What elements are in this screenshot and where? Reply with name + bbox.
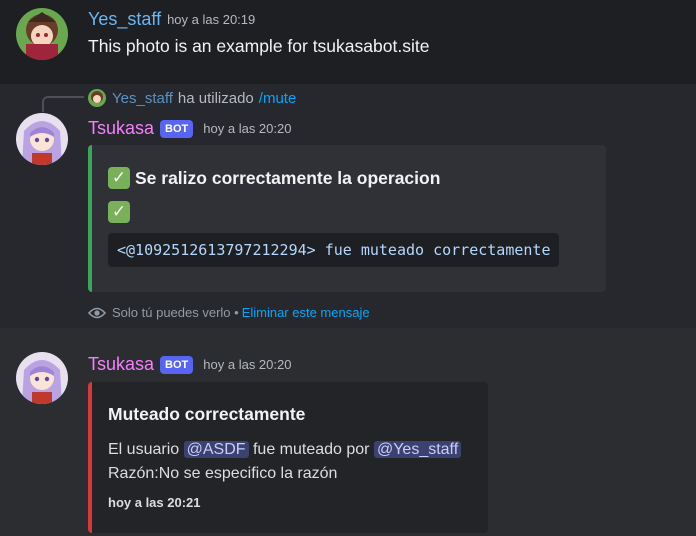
username[interactable]: Tsukasa <box>88 118 154 139</box>
eye-icon <box>88 307 106 319</box>
embed-line-2: Razón:No se especifico la razón <box>108 465 338 482</box>
username[interactable]: Yes_staff <box>88 9 161 30</box>
avatar-tsukasa[interactable] <box>16 352 68 404</box>
reply-action: ha utilizado <box>177 89 254 107</box>
embed-line-1: El usuario @ASDF fue muteado por @Yes_st… <box>108 438 462 462</box>
embed-description: El usuario @ASDF fue muteado por @Yes_st… <box>108 438 462 486</box>
inline-code-block: <@1092512613797212294> fue muteado corre… <box>108 233 560 267</box>
check-mark-button-icon: ✓ <box>108 167 130 189</box>
timestamp: hoy a las 20:20 <box>203 121 292 136</box>
ephemeral-text: Solo tú puedes verlo • <box>112 305 239 320</box>
embed-title-text: Se ralizo correctamente la operacion <box>135 167 441 188</box>
embed-footer-timestamp: hoy a las 20:21 <box>108 495 201 510</box>
embed-success: ✓ Se ralizo correctamente la operacion ✓… <box>88 145 606 292</box>
message-tsukasa: Tsukasa BOT hoy a las 20:20 Muteado corr… <box>0 328 696 536</box>
line-middle: fue muteado por <box>252 441 370 458</box>
chat-view: Yes_staff hoy a las 20:19 This photo is … <box>0 0 696 536</box>
timestamp: hoy a las 20:20 <box>203 357 292 372</box>
message-tsukasa-reply: Yes_staff ha utilizado /mute Tsukasa BOT… <box>0 84 696 328</box>
dismiss-message-link[interactable]: Eliminar este mensaje <box>242 305 370 320</box>
reply-username[interactable]: Yes_staff <box>112 90 173 107</box>
message-text: This photo is an example for tsukasabot.… <box>88 36 430 56</box>
reply-avatar <box>88 89 106 107</box>
message-header: Tsukasa BOT hoy a las 20:20 <box>88 354 291 375</box>
mention-user[interactable]: @ASDF <box>183 441 249 458</box>
message-yes-staff: Yes_staff hoy a las 20:19 This photo is … <box>0 0 696 84</box>
embed-mute-log: Muteado correctamente El usuario @ASDF f… <box>88 382 488 533</box>
bot-badge: BOT <box>160 355 194 374</box>
mention-moderator[interactable]: @Yes_staff <box>373 441 462 458</box>
embed-title: Muteado correctamente <box>108 404 306 424</box>
embed-check: ✓ <box>108 201 130 223</box>
reply-connector <box>42 96 84 112</box>
reply-command[interactable]: /mute <box>259 90 297 107</box>
avatar-yes-staff[interactable] <box>16 8 68 60</box>
bot-badge: BOT <box>160 119 194 138</box>
line-prefix: El usuario <box>108 441 180 458</box>
message-header: Tsukasa BOT hoy a las 20:20 <box>88 118 291 139</box>
ephemeral-notice: Solo tú puedes verlo • Eliminar este men… <box>88 305 370 320</box>
message-header: Yes_staff hoy a las 20:19 <box>88 9 255 30</box>
timestamp: hoy a las 20:19 <box>167 12 256 27</box>
reply-context[interactable]: Yes_staff ha utilizado /mute <box>88 89 296 107</box>
username[interactable]: Tsukasa <box>88 354 154 375</box>
check-mark-button-icon: ✓ <box>108 201 130 223</box>
avatar-tsukasa[interactable] <box>16 113 68 165</box>
embed-title: ✓ Se ralizo correctamente la operacion <box>108 167 440 189</box>
